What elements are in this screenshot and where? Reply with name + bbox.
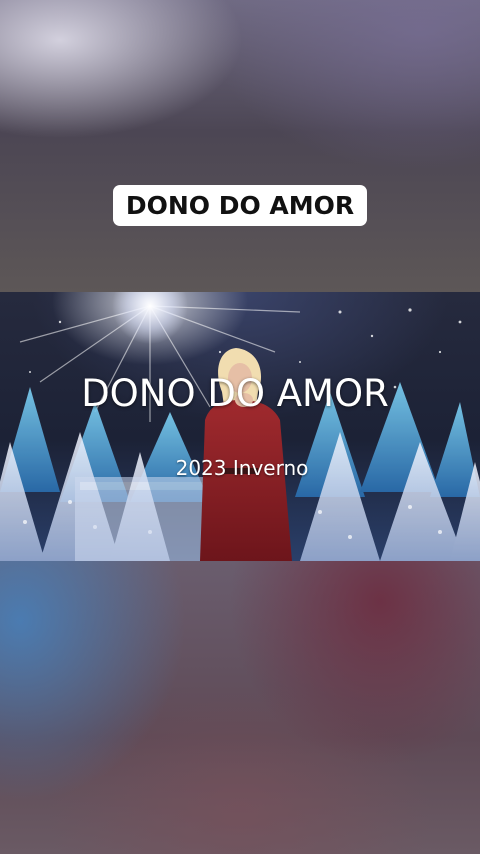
video-title: DONO DO AMOR [81, 372, 389, 415]
caption-label: DONO DO AMOR [113, 185, 367, 226]
blurred-background-top [0, 0, 480, 292]
stage-scene [0, 292, 480, 561]
caption-text: DONO DO AMOR [125, 191, 355, 220]
video-frame[interactable]: DONO DO AMOR 2023 Inverno [0, 292, 480, 561]
video-subtitle: 2023 Inverno [175, 456, 309, 480]
spotlight [112, 292, 188, 344]
blurred-background-bottom [0, 561, 480, 854]
pulpit [75, 477, 220, 561]
